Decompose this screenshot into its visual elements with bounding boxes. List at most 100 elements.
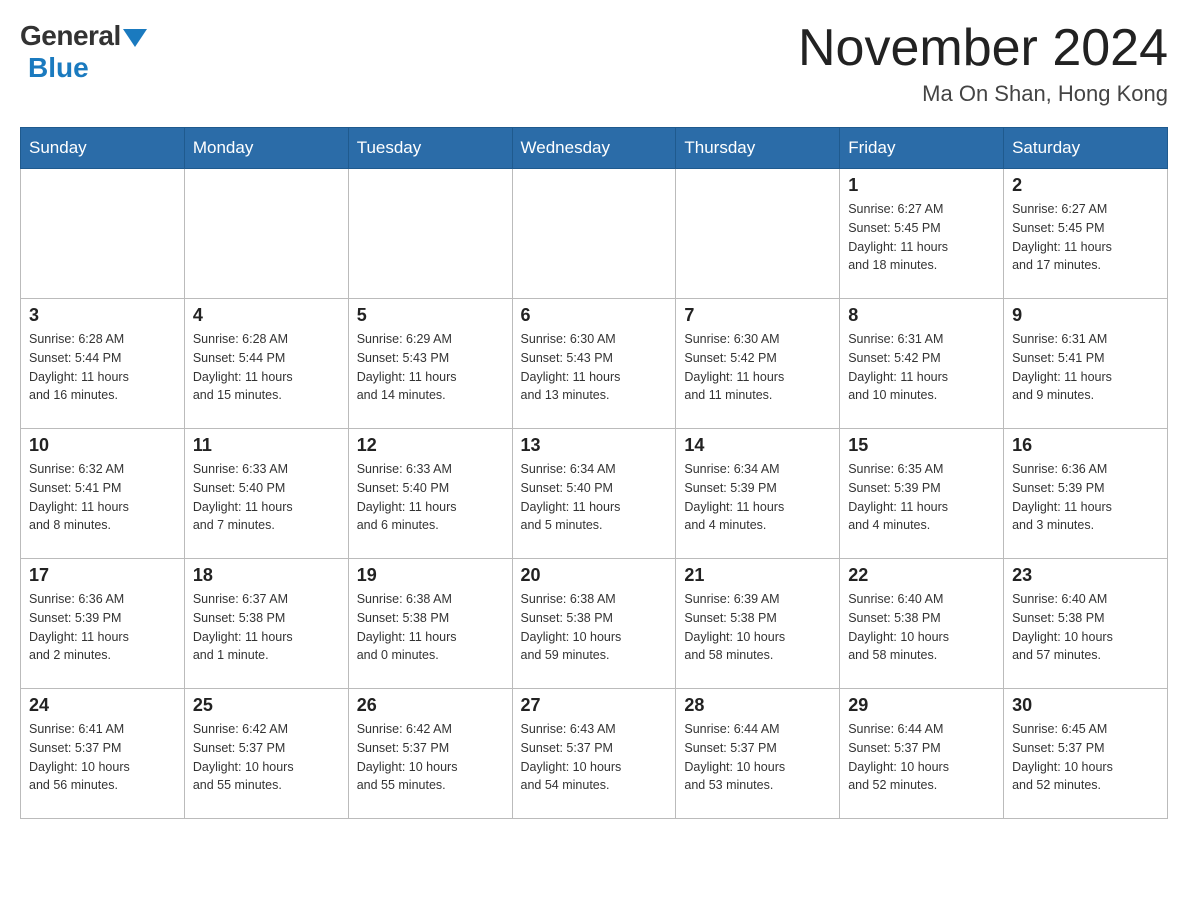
calendar-cell: 10Sunrise: 6:32 AM Sunset: 5:41 PM Dayli… (21, 429, 185, 559)
calendar-table: SundayMondayTuesdayWednesdayThursdayFrid… (20, 127, 1168, 819)
calendar-cell: 8 Sunrise: 6:31 AM Sunset: 5:42 PM Daylig… (840, 299, 1004, 429)
day-number: 14 (684, 435, 831, 456)
day-number: 11 (193, 435, 340, 456)
weekday-header-thursday: Thursday (676, 128, 840, 169)
day-info: Sunrise: 6:36 AM Sunset: 5:39 PM Dayligh… (29, 590, 176, 665)
day-info: Sunrise: 6:38 AM Sunset: 5:38 PM Dayligh… (357, 590, 504, 665)
day-info: Sunrise: 6:31 AM Sunset: 5:42 PM Dayligh… (848, 330, 995, 405)
calendar-cell (512, 169, 676, 299)
calendar-cell: 25Sunrise: 6:42 AM Sunset: 5:37 PM Dayli… (184, 689, 348, 819)
calendar-cell (348, 169, 512, 299)
calendar-cell: 26 Sunrise: 6:42 AM Sunset: 5:37 PM Dayli… (348, 689, 512, 819)
day-number: 30 (1012, 695, 1159, 716)
calendar-week-row: 1 Sunrise: 6:27 AM Sunset: 5:45 PM Daylig… (21, 169, 1168, 299)
calendar-cell: 23 Sunrise: 6:40 AM Sunset: 5:38 PM Dayli… (1004, 559, 1168, 689)
day-info: Sunrise: 6:37 AM Sunset: 5:38 PM Dayligh… (193, 590, 340, 665)
calendar-cell: 12 Sunrise: 6:33 AM Sunset: 5:40 PM Dayli… (348, 429, 512, 559)
weekday-header-wednesday: Wednesday (512, 128, 676, 169)
day-info: Sunrise: 6:36 AM Sunset: 5:39 PM Dayligh… (1012, 460, 1159, 535)
day-info: Sunrise: 6:30 AM Sunset: 5:42 PM Dayligh… (684, 330, 831, 405)
day-info: Sunrise: 6:45 AM Sunset: 5:37 PM Dayligh… (1012, 720, 1159, 795)
location: Ma On Shan, Hong Kong (798, 81, 1168, 107)
title-block: November 2024 Ma On Shan, Hong Kong (798, 20, 1168, 107)
day-info: Sunrise: 6:31 AM Sunset: 5:41 PM Dayligh… (1012, 330, 1159, 405)
day-info: Sunrise: 6:42 AM Sunset: 5:37 PM Dayligh… (193, 720, 340, 795)
day-info: Sunrise: 6:44 AM Sunset: 5:37 PM Dayligh… (684, 720, 831, 795)
weekday-header-saturday: Saturday (1004, 128, 1168, 169)
calendar-cell: 5 Sunrise: 6:29 AM Sunset: 5:43 PM Daylig… (348, 299, 512, 429)
calendar-cell: 3 Sunrise: 6:28 AM Sunset: 5:44 PM Daylig… (21, 299, 185, 429)
calendar-cell: 24Sunrise: 6:41 AM Sunset: 5:37 PM Dayli… (21, 689, 185, 819)
day-number: 15 (848, 435, 995, 456)
weekday-header-monday: Monday (184, 128, 348, 169)
calendar-cell: 2 Sunrise: 6:27 AM Sunset: 5:45 PM Daylig… (1004, 169, 1168, 299)
day-number: 1 (848, 175, 995, 196)
day-info: Sunrise: 6:34 AM Sunset: 5:40 PM Dayligh… (521, 460, 668, 535)
calendar-cell: 29Sunrise: 6:44 AM Sunset: 5:37 PM Dayli… (840, 689, 1004, 819)
calendar-cell: 11Sunrise: 6:33 AM Sunset: 5:40 PM Dayli… (184, 429, 348, 559)
month-title: November 2024 (798, 20, 1168, 77)
day-info: Sunrise: 6:42 AM Sunset: 5:37 PM Dayligh… (357, 720, 504, 795)
day-info: Sunrise: 6:27 AM Sunset: 5:45 PM Dayligh… (1012, 200, 1159, 275)
day-number: 12 (357, 435, 504, 456)
calendar-cell: 13 Sunrise: 6:34 AM Sunset: 5:40 PM Dayli… (512, 429, 676, 559)
calendar-week-row: 3 Sunrise: 6:28 AM Sunset: 5:44 PM Daylig… (21, 299, 1168, 429)
day-info: Sunrise: 6:40 AM Sunset: 5:38 PM Dayligh… (1012, 590, 1159, 665)
calendar-cell: 30 Sunrise: 6:45 AM Sunset: 5:37 PM Dayli… (1004, 689, 1168, 819)
calendar-cell: 7Sunrise: 6:30 AM Sunset: 5:42 PM Daylig… (676, 299, 840, 429)
calendar-cell: 17 Sunrise: 6:36 AM Sunset: 5:39 PM Dayli… (21, 559, 185, 689)
day-info: Sunrise: 6:39 AM Sunset: 5:38 PM Dayligh… (684, 590, 831, 665)
day-number: 9 (1012, 305, 1159, 326)
day-info: Sunrise: 6:34 AM Sunset: 5:39 PM Dayligh… (684, 460, 831, 535)
day-number: 19 (357, 565, 504, 586)
day-number: 26 (357, 695, 504, 716)
calendar-cell (676, 169, 840, 299)
day-number: 20 (521, 565, 668, 586)
calendar-cell: 20Sunrise: 6:38 AM Sunset: 5:38 PM Dayli… (512, 559, 676, 689)
calendar-cell: 21 Sunrise: 6:39 AM Sunset: 5:38 PM Dayli… (676, 559, 840, 689)
day-number: 22 (848, 565, 995, 586)
day-number: 27 (521, 695, 668, 716)
weekday-header-tuesday: Tuesday (348, 128, 512, 169)
logo-general-text: General (20, 20, 121, 52)
calendar-cell (184, 169, 348, 299)
day-number: 2 (1012, 175, 1159, 196)
day-number: 8 (848, 305, 995, 326)
calendar-cell: 6 Sunrise: 6:30 AM Sunset: 5:43 PM Daylig… (512, 299, 676, 429)
day-number: 10 (29, 435, 176, 456)
calendar-cell: 1 Sunrise: 6:27 AM Sunset: 5:45 PM Daylig… (840, 169, 1004, 299)
day-number: 17 (29, 565, 176, 586)
weekday-header-friday: Friday (840, 128, 1004, 169)
calendar-week-row: 24Sunrise: 6:41 AM Sunset: 5:37 PM Dayli… (21, 689, 1168, 819)
day-info: Sunrise: 6:43 AM Sunset: 5:37 PM Dayligh… (521, 720, 668, 795)
weekday-header-sunday: Sunday (21, 128, 185, 169)
day-info: Sunrise: 6:33 AM Sunset: 5:40 PM Dayligh… (357, 460, 504, 535)
logo-triangle-icon (123, 29, 147, 47)
day-number: 4 (193, 305, 340, 326)
calendar-cell: 28Sunrise: 6:44 AM Sunset: 5:37 PM Dayli… (676, 689, 840, 819)
day-number: 13 (521, 435, 668, 456)
day-number: 21 (684, 565, 831, 586)
day-info: Sunrise: 6:27 AM Sunset: 5:45 PM Dayligh… (848, 200, 995, 275)
day-info: Sunrise: 6:29 AM Sunset: 5:43 PM Dayligh… (357, 330, 504, 405)
day-number: 3 (29, 305, 176, 326)
calendar-cell: 19 Sunrise: 6:38 AM Sunset: 5:38 PM Dayli… (348, 559, 512, 689)
calendar-cell: 18 Sunrise: 6:37 AM Sunset: 5:38 PM Dayli… (184, 559, 348, 689)
day-number: 16 (1012, 435, 1159, 456)
day-number: 6 (521, 305, 668, 326)
calendar-cell: 16 Sunrise: 6:36 AM Sunset: 5:39 PM Dayli… (1004, 429, 1168, 559)
calendar-cell: 22 Sunrise: 6:40 AM Sunset: 5:38 PM Dayli… (840, 559, 1004, 689)
calendar-cell: 15Sunrise: 6:35 AM Sunset: 5:39 PM Dayli… (840, 429, 1004, 559)
day-info: Sunrise: 6:40 AM Sunset: 5:38 PM Dayligh… (848, 590, 995, 665)
calendar-week-row: 17 Sunrise: 6:36 AM Sunset: 5:39 PM Dayli… (21, 559, 1168, 689)
day-info: Sunrise: 6:44 AM Sunset: 5:37 PM Dayligh… (848, 720, 995, 795)
day-number: 23 (1012, 565, 1159, 586)
calendar-cell: 4 Sunrise: 6:28 AM Sunset: 5:44 PM Daylig… (184, 299, 348, 429)
calendar-cell: 9 Sunrise: 6:31 AM Sunset: 5:41 PM Daylig… (1004, 299, 1168, 429)
day-info: Sunrise: 6:28 AM Sunset: 5:44 PM Dayligh… (193, 330, 340, 405)
day-number: 24 (29, 695, 176, 716)
day-number: 18 (193, 565, 340, 586)
day-info: Sunrise: 6:30 AM Sunset: 5:43 PM Dayligh… (521, 330, 668, 405)
day-info: Sunrise: 6:28 AM Sunset: 5:44 PM Dayligh… (29, 330, 176, 405)
day-number: 5 (357, 305, 504, 326)
